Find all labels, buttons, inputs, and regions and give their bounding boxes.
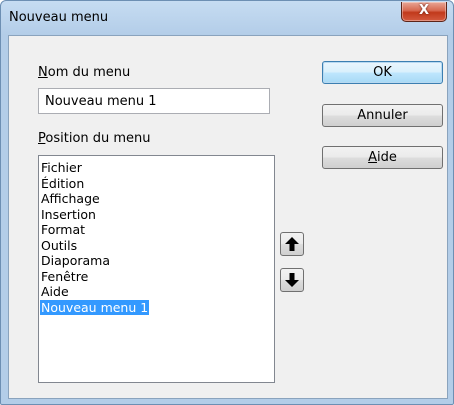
- arrow-down-icon: [285, 273, 299, 287]
- menu-name-input[interactable]: Nouveau menu 1: [38, 88, 270, 114]
- list-item-label: Insertion: [41, 206, 96, 222]
- dialog-title: Nouveau menu: [9, 10, 109, 25]
- title-bar[interactable]: Nouveau menu X: [1, 1, 453, 35]
- list-item[interactable]: Fichier: [39, 160, 274, 176]
- list-item-label: Affichage: [41, 191, 100, 206]
- help-button[interactable]: Aide: [322, 146, 443, 169]
- list-item[interactable]: Fenêtre: [39, 269, 274, 285]
- arrow-up-icon: [285, 237, 299, 251]
- list-item[interactable]: Édition: [39, 176, 274, 192]
- dialog-window: Nouveau menu X Nom du menu Nouveau menu …: [0, 0, 454, 405]
- list-item-label: Format: [41, 222, 86, 237]
- cancel-button[interactable]: Annuler: [322, 104, 443, 127]
- close-icon: X: [418, 3, 430, 18]
- list-item[interactable]: Aide: [39, 284, 274, 300]
- list-item-label: Aide: [41, 284, 69, 299]
- list-item-label: Nouveau menu 1: [40, 299, 150, 315]
- menu-name-label: Nom du menu: [38, 65, 131, 80]
- move-up-button[interactable]: [280, 232, 304, 256]
- list-item-label: Outils: [41, 237, 78, 253]
- list-item[interactable]: Format: [39, 222, 274, 238]
- menu-position-label: Position du menu: [38, 131, 151, 146]
- list-item[interactable]: Affichage: [39, 191, 274, 207]
- menu-position-list[interactable]: Fichier Édition Affichage Insertion Format Ou…: [38, 155, 275, 383]
- dialog-body: Nom du menu Nouveau menu 1 Position du m…: [8, 35, 448, 399]
- list-item[interactable]: Diaporama: [39, 253, 274, 269]
- move-down-button[interactable]: [280, 268, 304, 292]
- ok-button[interactable]: OK: [322, 61, 443, 84]
- list-item-label: Fichier: [41, 160, 82, 175]
- close-button[interactable]: X: [401, 2, 447, 22]
- list-item-label: Fenêtre: [41, 268, 89, 284]
- list-item[interactable]: Insertion: [39, 207, 274, 223]
- list-item-label: Diaporama: [41, 253, 110, 268]
- list-item[interactable]: Nouveau menu 1: [39, 299, 274, 316]
- list-item-label: Édition: [41, 175, 85, 191]
- list-item[interactable]: Outils: [39, 238, 274, 254]
